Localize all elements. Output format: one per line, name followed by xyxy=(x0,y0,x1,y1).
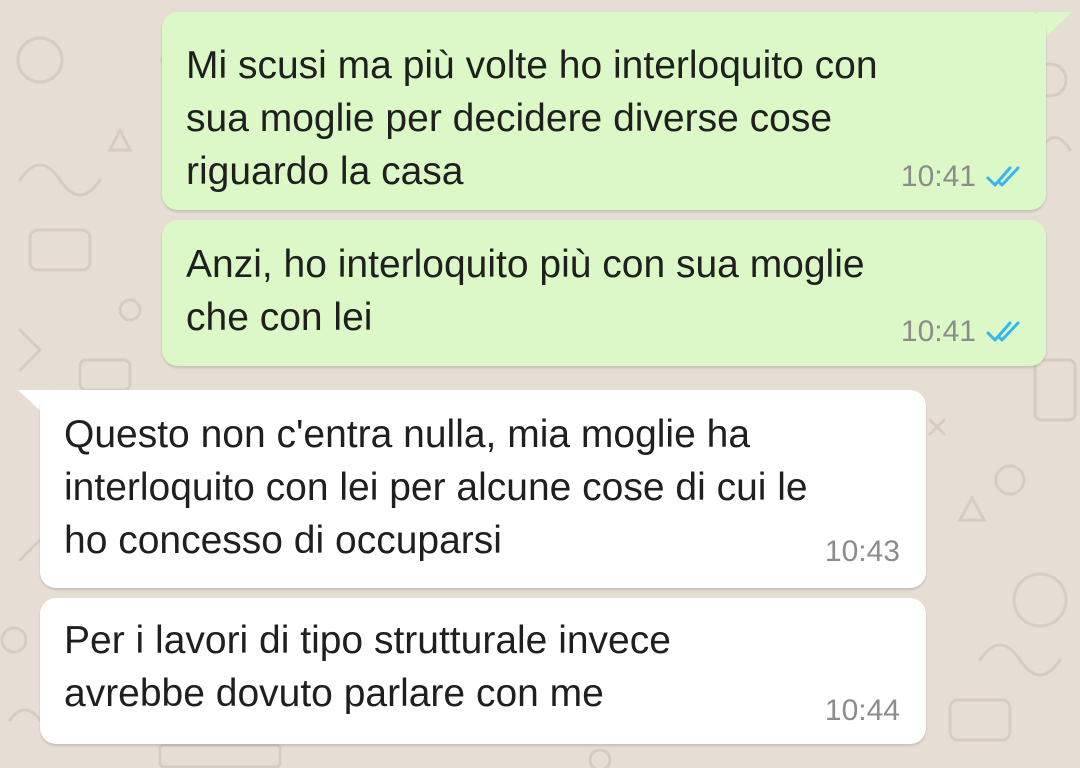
message-bubble-outgoing[interactable]: Anzi, ho interloquito più con sua moglie… xyxy=(162,220,1046,366)
message-meta: 10:41 xyxy=(901,315,1024,349)
message-time: 10:41 xyxy=(900,160,976,193)
double-check-icon xyxy=(986,165,1024,189)
message-text: Per i lavori di tipo strutturale invece … xyxy=(64,619,671,715)
message-meta: 10:43 xyxy=(825,535,900,569)
message-bubble-incoming[interactable]: Per i lavori di tipo strutturale invece … xyxy=(40,598,926,744)
message-text: Mi scusi ma più volte ho interloquito co… xyxy=(186,44,878,193)
message-text: Questo non c'entra nulla, mia moglie ha … xyxy=(64,413,808,562)
message-time: 10:41 xyxy=(900,315,976,348)
message-bubble-incoming[interactable]: Questo non c'entra nulla, mia moglie ha … xyxy=(40,390,926,588)
message-meta: 10:44 xyxy=(825,694,900,728)
message-time: 10:44 xyxy=(824,694,900,727)
message-text: Anzi, ho interloquito più con sua moglie… xyxy=(186,243,865,339)
message-meta: 10:41 xyxy=(901,160,1024,194)
message-time: 10:43 xyxy=(824,535,900,568)
double-check-icon xyxy=(986,320,1024,344)
message-bubble-outgoing[interactable]: Mi scusi ma più volte ho interloquito co… xyxy=(162,12,1046,210)
